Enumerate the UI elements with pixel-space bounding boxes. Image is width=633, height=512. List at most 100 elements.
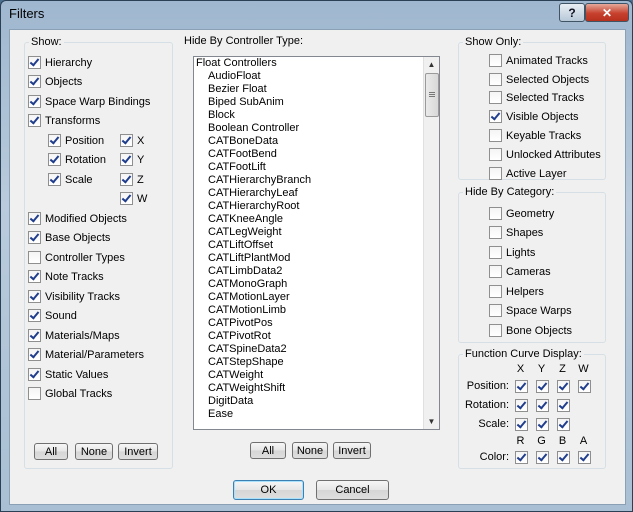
checkbox-box[interactable] [48, 173, 61, 186]
controller-list-item[interactable]: CATHierarchyRoot [194, 200, 439, 213]
title-bar[interactable]: Filters ? ✕ [1, 1, 632, 25]
checkbox-box[interactable] [489, 207, 502, 220]
objects-checkbox[interactable]: Objects [28, 75, 82, 88]
help-button[interactable]: ? [559, 3, 585, 22]
modified-objects-checkbox[interactable]: Modified Objects [28, 212, 127, 225]
color-2-checkbox[interactable] [557, 451, 570, 464]
controller-list-item[interactable]: CATWeight [194, 369, 439, 382]
lights-checkbox[interactable]: Lights [489, 246, 535, 259]
keyable-tracks-checkbox[interactable]: Keyable Tracks [489, 129, 581, 142]
show-none-button[interactable]: None [75, 443, 113, 460]
z-checkbox[interactable]: Z [120, 173, 144, 186]
rotation-2-checkbox[interactable] [557, 399, 570, 412]
checkbox-box[interactable] [28, 212, 41, 225]
checkbox-box[interactable] [120, 192, 133, 205]
checkbox-box[interactable] [48, 153, 61, 166]
active-layer-checkbox[interactable]: Active Layer [489, 167, 567, 180]
controller-all-button[interactable]: All [250, 442, 286, 459]
color-3-checkbox[interactable] [578, 451, 591, 464]
visible-objects-checkbox[interactable]: Visible Objects [489, 110, 579, 123]
cameras-checkbox[interactable]: Cameras [489, 265, 551, 278]
rotation-0-checkbox[interactable] [515, 399, 528, 412]
checkbox-box[interactable] [28, 270, 41, 283]
checkbox-box[interactable] [489, 148, 502, 161]
global-tracks-checkbox[interactable]: Global Tracks [28, 387, 112, 400]
controller-list-item[interactable]: CATMonoGraph [194, 278, 439, 291]
color-1-checkbox[interactable] [536, 451, 549, 464]
bone-objects-checkbox[interactable]: Bone Objects [489, 324, 572, 337]
checkbox-box[interactable] [489, 110, 502, 123]
static-values-checkbox[interactable]: Static Values [28, 368, 108, 381]
controller-types-checkbox[interactable]: Controller Types [28, 251, 125, 264]
x-checkbox[interactable]: X [120, 134, 144, 147]
controller-list-item[interactable]: CATFootLift [194, 161, 439, 174]
selected-objects-checkbox[interactable]: Selected Objects [489, 73, 589, 86]
controller-list-item[interactable]: CATLiftOffset [194, 239, 439, 252]
cancel-button[interactable]: Cancel [316, 480, 389, 500]
scale-checkbox[interactable]: Scale [48, 173, 93, 186]
controller-list-item[interactable]: CATMotionLimb [194, 304, 439, 317]
selected-tracks-checkbox[interactable]: Selected Tracks [489, 91, 584, 104]
scroll-up-arrow-icon[interactable]: ▲ [424, 57, 439, 72]
checkbox-box[interactable] [120, 153, 133, 166]
transforms-checkbox[interactable]: Transforms [28, 114, 100, 127]
controller-list-item[interactable]: DigitData [194, 395, 439, 408]
sound-checkbox[interactable]: Sound [28, 309, 77, 322]
checkbox-box[interactable] [28, 309, 41, 322]
color-0-checkbox[interactable] [515, 451, 528, 464]
checkbox-box[interactable] [28, 231, 41, 244]
rotation-1-checkbox[interactable] [536, 399, 549, 412]
show-invert-button[interactable]: Invert [118, 443, 158, 460]
helpers-checkbox[interactable]: Helpers [489, 285, 544, 298]
scroll-down-arrow-icon[interactable]: ▼ [424, 414, 439, 429]
checkbox-box[interactable] [489, 304, 502, 317]
position-checkbox[interactable]: Position [48, 134, 104, 147]
w-checkbox[interactable]: W [120, 192, 147, 205]
controller-list-item[interactable]: CATWeightShift [194, 382, 439, 395]
rotation-checkbox[interactable]: Rotation [48, 153, 106, 166]
space-warp-bindings-checkbox[interactable]: Space Warp Bindings [28, 95, 150, 108]
controller-list-item[interactable]: CATPivotPos [194, 317, 439, 330]
checkbox-box[interactable] [28, 114, 41, 127]
checkbox-box[interactable] [28, 387, 41, 400]
controller-list-item[interactable]: CATSpineData2 [194, 343, 439, 356]
position-2-checkbox[interactable] [557, 380, 570, 393]
checkbox-box[interactable] [28, 95, 41, 108]
checkbox-box[interactable] [489, 246, 502, 259]
controller-list-item[interactable]: Ease [194, 408, 439, 421]
list-header[interactable]: Float Controllers [194, 57, 439, 70]
checkbox-box[interactable] [28, 75, 41, 88]
controller-list-item[interactable]: CATFootBend [194, 148, 439, 161]
checkbox-box[interactable] [489, 167, 502, 180]
controller-list-item[interactable]: CATLimbData2 [194, 265, 439, 278]
controller-list-item[interactable]: CATBoneData [194, 135, 439, 148]
checkbox-box[interactable] [489, 265, 502, 278]
checkbox-box[interactable] [28, 251, 41, 264]
checkbox-box[interactable] [28, 348, 41, 361]
position-1-checkbox[interactable] [536, 380, 549, 393]
controller-list-item[interactable]: CATHierarchyLeaf [194, 187, 439, 200]
note-tracks-checkbox[interactable]: Note Tracks [28, 270, 104, 283]
ok-button[interactable]: OK [233, 480, 304, 500]
checkbox-box[interactable] [28, 56, 41, 69]
shapes-checkbox[interactable]: Shapes [489, 226, 543, 239]
controller-list-item[interactable]: CATLiftPlantMod [194, 252, 439, 265]
controller-list-item[interactable]: CATHierarchyBranch [194, 174, 439, 187]
controller-list-item[interactable]: CATMotionLayer [194, 291, 439, 304]
controller-list-item[interactable]: Biped SubAnim [194, 96, 439, 109]
materials-maps-checkbox[interactable]: Materials/Maps [28, 329, 120, 342]
scale-0-checkbox[interactable] [515, 418, 528, 431]
checkbox-box[interactable] [489, 226, 502, 239]
position-3-checkbox[interactable] [578, 380, 591, 393]
controller-type-listbox[interactable]: Float Controllers AudioFloat Bezier Float… [193, 56, 440, 430]
scale-2-checkbox[interactable] [557, 418, 570, 431]
checkbox-box[interactable] [28, 368, 41, 381]
checkbox-box[interactable] [489, 285, 502, 298]
animated-tracks-checkbox[interactable]: Animated Tracks [489, 54, 588, 67]
y-checkbox[interactable]: Y [120, 153, 144, 166]
checkbox-box[interactable] [489, 54, 502, 67]
controller-list-item[interactable]: Boolean Controller [194, 122, 439, 135]
controller-list-item[interactable]: Block [194, 109, 439, 122]
checkbox-box[interactable] [489, 324, 502, 337]
space-warps-checkbox[interactable]: Space Warps [489, 304, 572, 317]
